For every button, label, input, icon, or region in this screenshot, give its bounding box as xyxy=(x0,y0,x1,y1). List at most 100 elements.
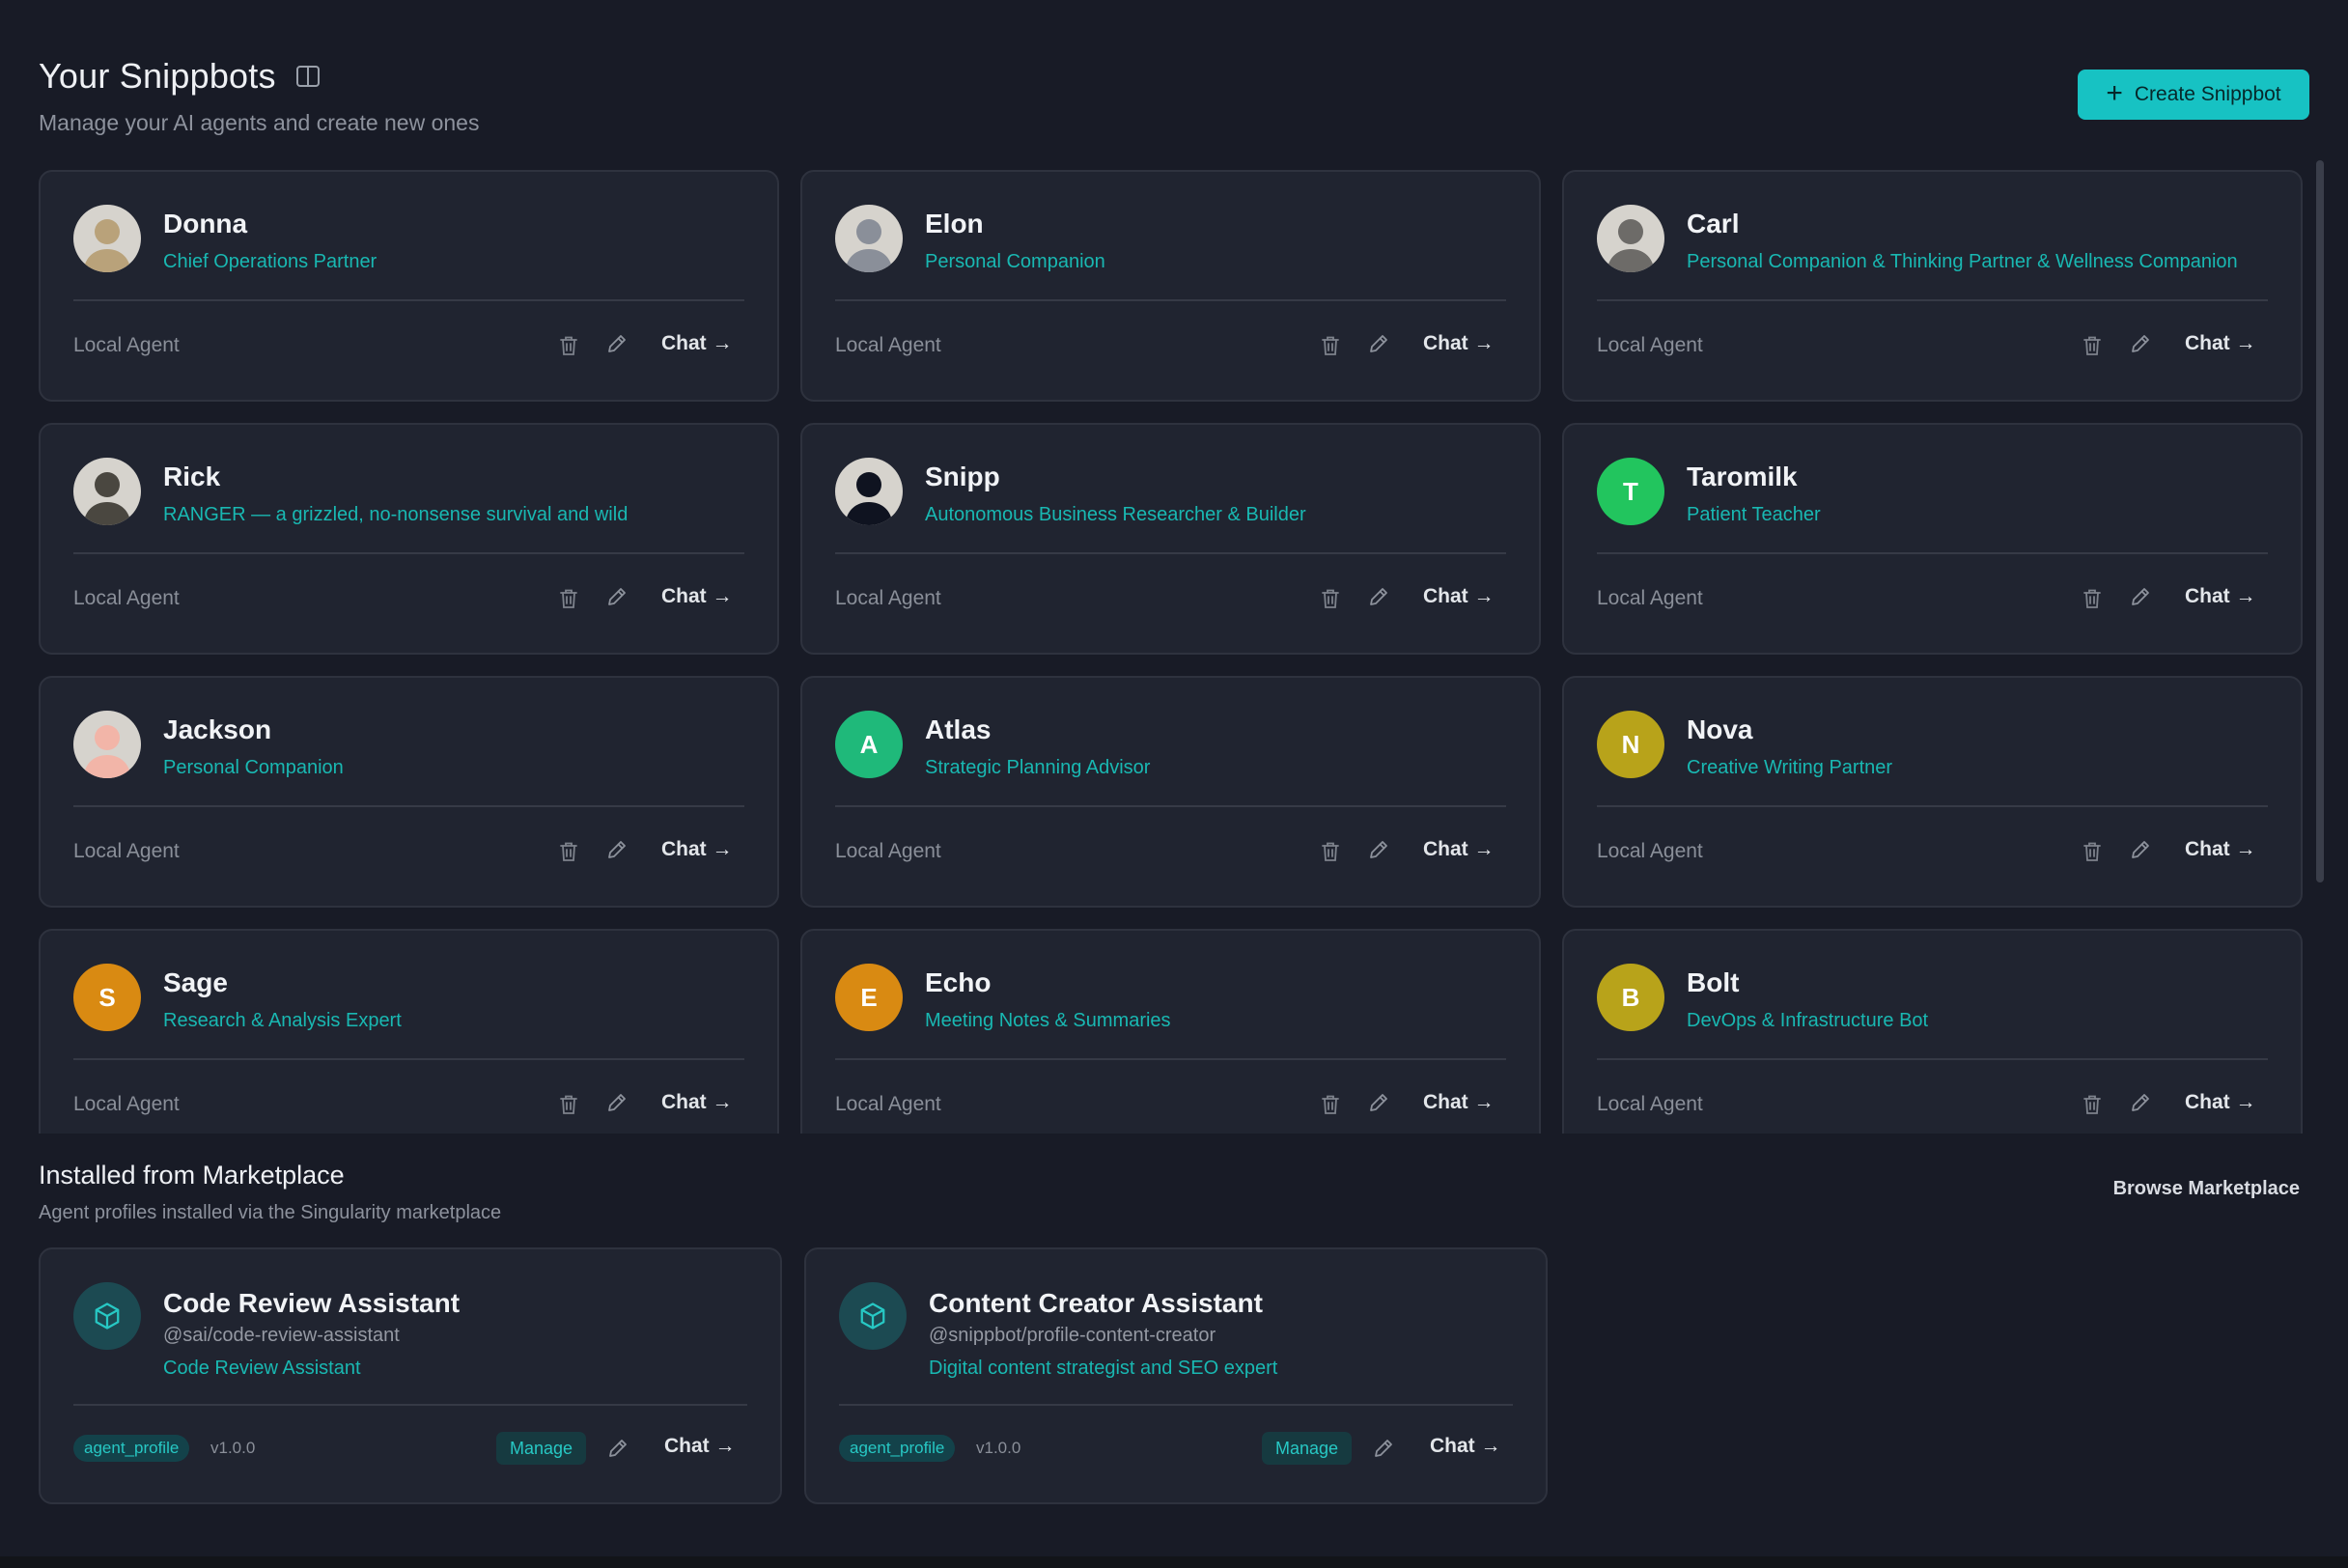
card-divider xyxy=(1597,299,2268,301)
agent-card-elon: Elon Personal Companion Local Agent Chat → xyxy=(800,170,1541,402)
trash-icon[interactable] xyxy=(558,1093,579,1116)
chat-button[interactable]: Chat → xyxy=(1430,1435,1501,1458)
chat-button[interactable]: Chat → xyxy=(2185,838,2256,861)
manage-button[interactable]: Manage xyxy=(496,1432,587,1465)
scrollbar-thumb[interactable] xyxy=(2316,160,2324,882)
bottom-bar xyxy=(0,1556,2348,1568)
chat-button[interactable]: Chat → xyxy=(2185,585,2256,608)
sidebar-panel-icon[interactable] xyxy=(295,65,321,88)
agent-card-donna: Donna Chief Operations Partner Local Agent… xyxy=(39,170,779,402)
pencil-icon[interactable] xyxy=(1367,1091,1390,1114)
marketplace-subtitle: Agent profiles installed via the Singula… xyxy=(39,1202,502,1223)
pencil-icon[interactable] xyxy=(605,332,629,355)
title-row: Your Snippbots xyxy=(39,56,2309,97)
trash-icon[interactable] xyxy=(2082,587,2103,610)
agent-role: RANGER — a grizzled, no-nonsense surviva… xyxy=(163,504,629,525)
agent-avatar xyxy=(835,458,903,525)
chat-button[interactable]: Chat → xyxy=(661,332,733,355)
plus-icon: + xyxy=(2106,76,2123,109)
profile-handle: @snippbot/profile-content-creator xyxy=(929,1325,1216,1346)
create-snippbot-button[interactable]: + Create Snippbot xyxy=(2078,70,2309,120)
agent-role: Research & Analysis Expert xyxy=(163,1010,402,1031)
agent-card-carl: Carl Personal Companion & Thinking Partne… xyxy=(1562,170,2303,402)
pencil-icon[interactable] xyxy=(605,585,629,608)
agent-avatar: T xyxy=(1597,458,1664,525)
card-divider xyxy=(73,299,744,301)
trash-icon[interactable] xyxy=(558,334,579,357)
chat-button[interactable]: Chat → xyxy=(1423,838,1495,861)
agent-name: Jackson xyxy=(163,714,272,744)
agent-type-label: Local Agent xyxy=(73,334,180,356)
agent-card-nova: N Nova Creative Writing Partner Local Agent… xyxy=(1562,676,2303,908)
chat-button[interactable]: Chat → xyxy=(1423,1091,1495,1114)
agent-role: Personal Companion xyxy=(163,757,344,778)
profile-role: Code Review Assistant xyxy=(163,1358,361,1379)
agent-avatar xyxy=(1597,205,1664,272)
trash-icon[interactable] xyxy=(558,840,579,863)
pencil-icon[interactable] xyxy=(2129,332,2152,355)
chat-button[interactable]: Chat → xyxy=(661,1091,733,1114)
pencil-icon[interactable] xyxy=(1372,1437,1395,1460)
marketplace-header: Installed from Marketplace Agent profile… xyxy=(39,1161,2300,1223)
chat-button[interactable]: Chat → xyxy=(1423,585,1495,608)
agent-type-label: Local Agent xyxy=(835,334,941,356)
card-divider xyxy=(835,299,1506,301)
manage-button[interactable]: Manage xyxy=(1262,1432,1353,1465)
agent-type-label: Local Agent xyxy=(835,587,941,609)
agent-avatar xyxy=(73,458,141,525)
card-divider xyxy=(1597,1058,2268,1060)
avatar-initial: N xyxy=(1621,729,1640,759)
agents-grid-viewport: Donna Chief Operations Partner Local Agent… xyxy=(39,170,2304,1134)
card-divider xyxy=(1597,805,2268,807)
agent-role: Strategic Planning Advisor xyxy=(925,757,1151,778)
agent-card-sage: S Sage Research & Analysis Expert Local Age… xyxy=(39,929,779,1134)
chat-button[interactable]: Chat → xyxy=(2185,1091,2256,1114)
card-divider xyxy=(73,1404,747,1406)
pencil-icon[interactable] xyxy=(605,1091,629,1114)
marketplace-card-code-review-assistant: Code Review Assistant @sai/code-review-as… xyxy=(39,1247,782,1504)
pencil-icon[interactable] xyxy=(2129,585,2152,608)
trash-icon[interactable] xyxy=(1320,334,1341,357)
agent-role: Autonomous Business Researcher & Builder xyxy=(925,504,1306,525)
pencil-icon[interactable] xyxy=(605,838,629,861)
trash-icon[interactable] xyxy=(2082,334,2103,357)
type-badge: agent_profile xyxy=(73,1435,190,1462)
agent-name: Elon xyxy=(925,209,984,238)
trash-icon[interactable] xyxy=(2082,1093,2103,1116)
trash-icon[interactable] xyxy=(2082,840,2103,863)
agent-avatar: S xyxy=(73,964,141,1031)
agent-name: Nova xyxy=(1687,714,1753,744)
cube-icon xyxy=(73,1282,141,1350)
chat-button[interactable]: Chat → xyxy=(2185,332,2256,355)
chat-button[interactable]: Chat → xyxy=(1423,332,1495,355)
chat-button[interactable]: Chat → xyxy=(664,1435,736,1458)
agent-name: Donna xyxy=(163,209,248,238)
avatar-initial: S xyxy=(98,982,116,1012)
pencil-icon[interactable] xyxy=(1367,332,1390,355)
agent-avatar xyxy=(73,711,141,778)
pencil-icon[interactable] xyxy=(606,1437,629,1460)
pencil-icon[interactable] xyxy=(1367,838,1390,861)
agent-type-label: Local Agent xyxy=(73,840,180,862)
agent-avatar: E xyxy=(835,964,903,1031)
card-divider xyxy=(1597,552,2268,554)
agent-type-label: Local Agent xyxy=(73,587,180,609)
pencil-icon[interactable] xyxy=(2129,1091,2152,1114)
profile-name: Code Review Assistant xyxy=(163,1288,461,1318)
agent-name: Carl xyxy=(1687,209,1740,238)
agent-type-label: Local Agent xyxy=(73,1093,180,1115)
page-subtitle: Manage your AI agents and create new one… xyxy=(39,110,480,135)
chat-button[interactable]: Chat → xyxy=(661,838,733,861)
trash-icon[interactable] xyxy=(1320,840,1341,863)
pencil-icon[interactable] xyxy=(1367,585,1390,608)
trash-icon[interactable] xyxy=(1320,1093,1341,1116)
pencil-icon[interactable] xyxy=(2129,838,2152,861)
agent-role: Chief Operations Partner xyxy=(163,251,377,272)
trash-icon[interactable] xyxy=(1320,587,1341,610)
agent-type-label: Local Agent xyxy=(835,1093,941,1115)
create-snippbot-label: Create Snippbot xyxy=(2134,83,2281,105)
trash-icon[interactable] xyxy=(558,587,579,610)
card-divider xyxy=(835,805,1506,807)
browse-marketplace-link[interactable]: Browse Marketplace xyxy=(2113,1178,2300,1200)
chat-button[interactable]: Chat → xyxy=(661,585,733,608)
